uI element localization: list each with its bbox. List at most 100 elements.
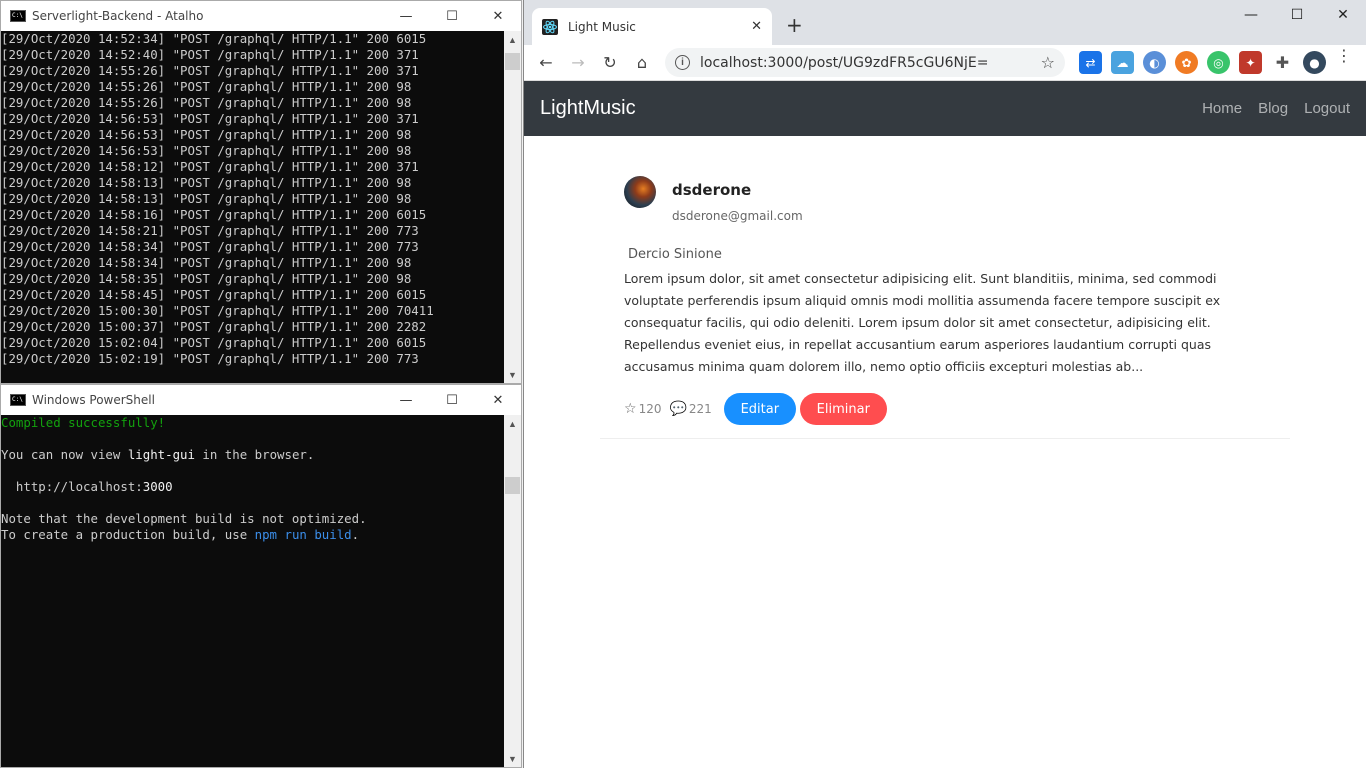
maximize-button[interactable]: ☐ [1274, 0, 1320, 30]
scroll-down-icon[interactable]: ▼ [504, 750, 521, 767]
tab-close-icon[interactable]: ✕ [751, 19, 762, 34]
window-title: Serverlight-Backend - Atalho [32, 9, 204, 23]
log-line: [29/Oct/2020 14:52:34] "POST /graphql/ H… [1, 31, 427, 46]
note-text: Note that the development build is not o… [1, 511, 367, 526]
orange-extension-icon[interactable]: ✿ [1175, 51, 1198, 74]
bookmark-star-icon[interactable]: ☆ [1041, 53, 1055, 72]
nav-blog-link[interactable]: Blog [1258, 100, 1288, 117]
translate-extension-icon[interactable]: ⇄ [1079, 51, 1102, 74]
log-line: [29/Oct/2020 14:55:26] "POST /graphql/ H… [1, 95, 412, 110]
browser-window[interactable]: Light Music ✕ + — ☐ ✕ ← → ↻ ⌂ i localhos… [523, 0, 1366, 768]
view-text: You can now view [1, 447, 128, 462]
vertical-scrollbar[interactable]: ▲ ▼ [504, 31, 521, 383]
log-line: [29/Oct/2020 14:55:26] "POST /graphql/ H… [1, 79, 412, 94]
divider [600, 438, 1290, 439]
puzzle-extension-icon[interactable]: ✚ [1271, 51, 1294, 74]
compiled-message: Compiled successfully! [1, 415, 166, 430]
profile-avatar[interactable]: ● [1303, 51, 1326, 74]
comment-icon: 💬 [669, 401, 687, 417]
powershell-window[interactable]: Windows PowerShell — ☐ ✕ Compiled succes… [0, 384, 522, 768]
red-extension-icon[interactable]: ✦ [1239, 51, 1262, 74]
log-line: [29/Oct/2020 15:02:04] "POST /graphql/ H… [1, 335, 427, 350]
back-button[interactable]: ← [530, 49, 562, 77]
close-button[interactable]: ✕ [1320, 0, 1366, 30]
avatar[interactable] [624, 176, 656, 208]
like-stat[interactable]: ☆ 120 [624, 401, 661, 417]
react-icon [542, 18, 558, 35]
post-card: dsderone dsderone@gmail.com Dercio Sinio… [624, 176, 1268, 425]
local-url-text: http://localhost: [1, 479, 143, 494]
view-suffix: in the browser. [194, 447, 315, 462]
window-title: Windows PowerShell [32, 393, 155, 407]
console-output: [29/Oct/2020 14:52:34] "POST /graphql/ H… [1, 31, 504, 383]
post-title: Dercio Sinione [628, 247, 722, 262]
new-tab-button[interactable]: + [786, 13, 803, 37]
log-line: [29/Oct/2020 15:00:30] "POST /graphql/ H… [1, 303, 434, 318]
home-button[interactable]: ⌂ [626, 49, 658, 77]
green-extension-icon[interactable]: ◎ [1207, 51, 1230, 74]
comment-stat[interactable]: 💬 221 [669, 401, 711, 417]
forward-button[interactable]: → [562, 49, 594, 77]
user-email: dsderone@gmail.com [672, 209, 803, 223]
log-line: [29/Oct/2020 15:02:19] "POST /graphql/ H… [1, 351, 419, 366]
log-line: [29/Oct/2020 14:56:53] "POST /graphql/ H… [1, 143, 412, 158]
tab-strip: Light Music ✕ + — ☐ ✕ [524, 0, 1366, 45]
comment-count: 221 [688, 402, 712, 416]
minimize-button[interactable]: — [383, 1, 429, 31]
close-button[interactable]: ✕ [475, 385, 521, 415]
browser-menu-icon[interactable]: ⋮ [1336, 48, 1352, 64]
post-author: dsderone dsderone@gmail.com [624, 176, 1268, 223]
tab-title: Light Music [568, 19, 636, 34]
scroll-up-icon[interactable]: ▲ [504, 415, 521, 432]
minimize-button[interactable]: — [1228, 0, 1274, 30]
console-title-bar[interactable]: Windows PowerShell — ☐ ✕ [1, 385, 521, 415]
build-command: npm run build [254, 527, 352, 542]
tab-light-music[interactable]: Light Music ✕ [532, 8, 772, 45]
brand-logo[interactable]: LightMusic [540, 97, 636, 120]
username[interactable]: dsderone [672, 181, 803, 199]
log-line: [29/Oct/2020 14:58:13] "POST /graphql/ H… [1, 191, 412, 206]
scroll-thumb[interactable] [505, 53, 520, 70]
build-text: To create a production build, use [1, 527, 255, 542]
vertical-scrollbar[interactable]: ▲ ▼ [504, 415, 521, 767]
delete-button[interactable]: Eliminar [799, 393, 887, 425]
star-icon: ☆ [624, 401, 637, 417]
log-line: [29/Oct/2020 14:58:13] "POST /graphql/ H… [1, 175, 412, 190]
log-line: [29/Oct/2020 14:58:34] "POST /graphql/ H… [1, 255, 412, 270]
backend-console-window[interactable]: Serverlight-Backend - Atalho — ☐ ✕ [29/O… [0, 0, 522, 384]
post-actions: ☆ 120 💬 221 Editar Eliminar [624, 393, 1268, 425]
close-button[interactable]: ✕ [475, 1, 521, 31]
scroll-thumb[interactable] [505, 477, 520, 494]
like-count: 120 [638, 402, 662, 416]
extensions-area: ⇄ ☁ ◐ ✿ ◎ ✦ ✚ ● [1079, 51, 1326, 74]
minimize-button[interactable]: — [383, 385, 429, 415]
build-suffix: . [351, 527, 360, 542]
log-line: [29/Oct/2020 14:52:40] "POST /graphql/ H… [1, 47, 419, 62]
log-line: [29/Oct/2020 14:58:16] "POST /graphql/ H… [1, 207, 427, 222]
powershell-icon [10, 394, 26, 406]
log-line: [29/Oct/2020 14:56:53] "POST /graphql/ H… [1, 127, 412, 142]
maximize-button[interactable]: ☐ [429, 1, 475, 31]
local-port: 3000 [142, 479, 173, 494]
blue-extension-icon[interactable]: ◐ [1143, 51, 1166, 74]
log-line: [29/Oct/2020 15:00:37] "POST /graphql/ H… [1, 319, 427, 334]
nav-logout-link[interactable]: Logout [1304, 100, 1350, 117]
browser-toolbar: ← → ↻ ⌂ i localhost:3000/post/UG9zdFR5cG… [524, 45, 1366, 81]
nav-home-link[interactable]: Home [1202, 100, 1242, 117]
console-title-bar[interactable]: Serverlight-Backend - Atalho — ☐ ✕ [1, 1, 521, 31]
app-navbar: LightMusic Home Blog Logout [524, 81, 1366, 136]
log-line: [29/Oct/2020 14:58:21] "POST /graphql/ H… [1, 223, 419, 238]
maximize-button[interactable]: ☐ [429, 385, 475, 415]
url-text[interactable]: localhost:3000/post/UG9zdFR5cGU6NjE= [700, 55, 1041, 71]
log-line: [29/Oct/2020 14:56:53] "POST /graphql/ H… [1, 111, 419, 126]
log-line: [29/Oct/2020 14:58:45] "POST /graphql/ H… [1, 287, 427, 302]
log-line: [29/Oct/2020 14:55:26] "POST /graphql/ H… [1, 63, 419, 78]
cloud-extension-icon[interactable]: ☁ [1111, 51, 1134, 74]
scroll-down-icon[interactable]: ▼ [504, 366, 521, 383]
scroll-up-icon[interactable]: ▲ [504, 31, 521, 48]
info-icon[interactable]: i [675, 55, 690, 70]
edit-button[interactable]: Editar [723, 393, 796, 425]
log-line: [29/Oct/2020 14:58:34] "POST /graphql/ H… [1, 239, 419, 254]
address-bar[interactable]: i localhost:3000/post/UG9zdFR5cGU6NjE= ☆ [665, 48, 1065, 77]
reload-button[interactable]: ↻ [594, 49, 626, 77]
